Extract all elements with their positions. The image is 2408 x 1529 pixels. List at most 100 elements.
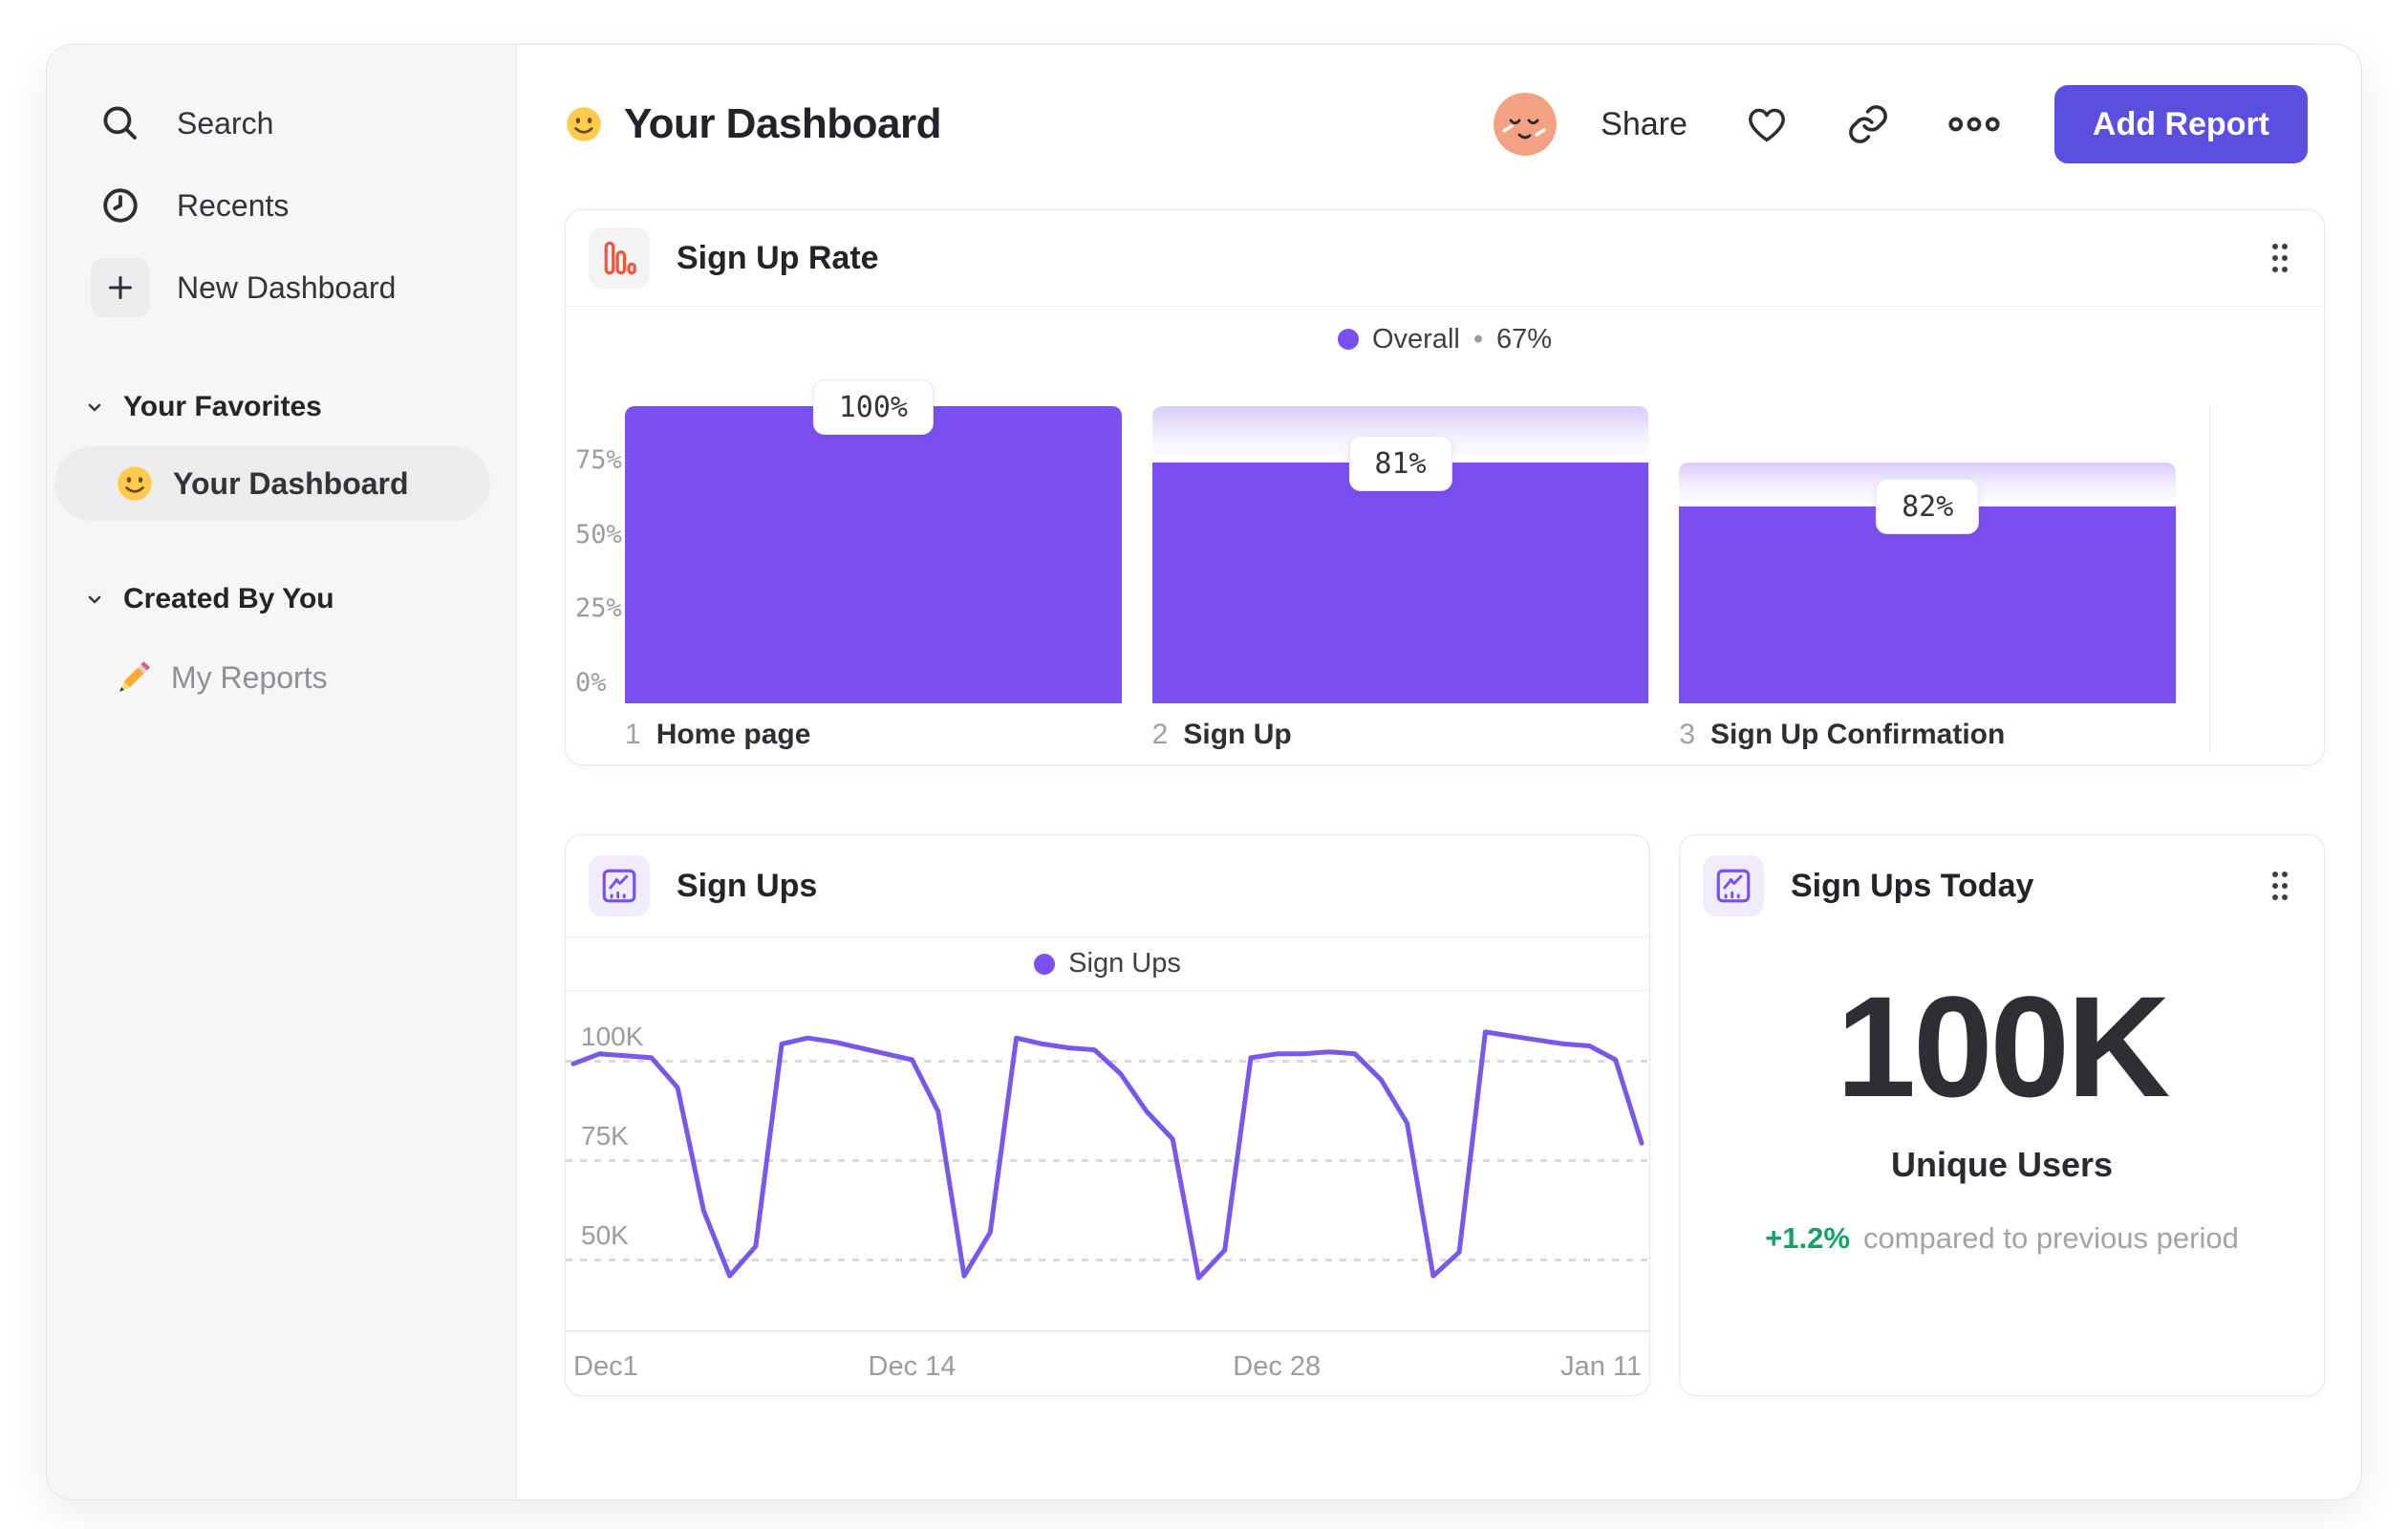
funnel-bar-area: 81%: [1151, 406, 1649, 703]
card-header: Sign Ups Today: [1680, 835, 2324, 937]
funnel-y-tick-label: 0%: [575, 668, 607, 698]
sidebar: Search Recents New Dashboard Your Favorite…: [47, 45, 517, 1499]
step-number: 1: [625, 719, 641, 750]
funnel-y-tick-label: 75%: [575, 444, 622, 475]
plus-icon: [91, 258, 150, 317]
sign-ups-card: Sign Ups Sign Ups 100K 75K 50K Dec1 Dec 14 D…: [565, 834, 1650, 1396]
funnel-step: 82% 3 Sign Up Confirmation: [1679, 406, 2177, 751]
share-button[interactable]: Share: [1601, 106, 1688, 143]
card-title: Sign Up Rate: [677, 239, 879, 276]
ellipsis-icon: [1948, 117, 2000, 132]
card-header: Sign Up Rate: [566, 210, 2324, 307]
sidebar-item-label: Your Dashboard: [173, 465, 409, 501]
header-actions: Share Add Report: [1494, 85, 2308, 163]
avatar-face-illustration: [1494, 93, 1558, 156]
sidebar-section-label: Your Favorites: [123, 391, 322, 422]
more-options-button[interactable]: [1947, 113, 2001, 136]
line-chart-icon: [589, 855, 650, 916]
sign-up-rate-card: Sign Up Rate Overall • 67% 75% 50% 25% 0% 1…: [565, 209, 2325, 765]
search-icon: [91, 94, 150, 153]
funnel-bar[interactable]: [1151, 463, 1649, 703]
add-report-button[interactable]: Add Report: [2053, 85, 2308, 163]
sidebar-section-label: Created By You: [123, 583, 334, 614]
funnel-step: 81% 2 Sign Up: [1151, 406, 1649, 751]
funnel-legend[interactable]: Overall • 67%: [566, 307, 2324, 372]
funnel-value-chip: 82%: [1876, 479, 1980, 535]
funnel-bar[interactable]: [1679, 506, 2177, 703]
clock-icon: [91, 176, 150, 235]
sidebar-item-new-dashboard[interactable]: New Dashboard: [47, 247, 516, 329]
card-header: Sign Ups: [566, 835, 1649, 937]
dashboard-emoji-icon: [565, 105, 603, 143]
funnel-step: 100% 1 Home page: [625, 379, 1122, 751]
x-axis-tick-label: Dec 14: [868, 1351, 957, 1382]
drag-handle-icon[interactable]: [2268, 241, 2291, 275]
sidebar-nav: Search Recents New Dashboard: [47, 82, 516, 329]
step-name: Sign Up: [1183, 719, 1292, 750]
page-title: Your Dashboard: [624, 100, 942, 147]
smiley-emoji: [116, 464, 154, 503]
funnel-bar-area: 82%: [1679, 406, 2177, 703]
x-axis-tick-label: Dec1: [573, 1351, 638, 1382]
chevron-down-icon: [83, 396, 106, 419]
title-wrap: Your Dashboard: [565, 100, 942, 148]
line-chart-icon: [1703, 855, 1764, 916]
funnel-plot-right-divider: [2209, 406, 2210, 752]
sidebar-section-header-created-by-you[interactable]: Created By You: [83, 578, 516, 620]
funnel-steps: 100% 1 Home page 81% 2 Sign Up 82% 3 Sign Up Con…: [625, 379, 2177, 751]
card-title: Sign Ups: [677, 867, 818, 904]
big-number-value: 100K: [1836, 966, 2171, 1127]
legend-value: 67%: [1495, 323, 1553, 355]
dashboard-header: Your Dashboard Share Add Report: [565, 85, 2308, 163]
funnel-value-chip: 100%: [812, 379, 934, 435]
sign-ups-today-card: Sign Ups Today 100K Unique Users +1.2% c…: [1679, 834, 2325, 1396]
legend-dot: [1034, 953, 1056, 975]
big-number-label: Unique Users: [1890, 1145, 2114, 1184]
favorite-button[interactable]: [1745, 102, 1789, 146]
sidebar-section-header-your-favorites[interactable]: Your Favorites: [83, 386, 516, 428]
step-name: Home page: [656, 719, 811, 750]
step-number: 2: [1151, 719, 1169, 750]
card-title: Sign Ups Today: [1791, 867, 2034, 904]
delta-note: compared to previous period: [1862, 1221, 2239, 1255]
x-axis-tick-label: Dec 28: [1233, 1351, 1322, 1382]
sidebar-item-label: Search: [177, 105, 274, 140]
sidebar-item-recents[interactable]: Recents: [47, 164, 516, 247]
funnel-bar-area: 100%: [625, 379, 1122, 703]
heart-icon: [1749, 108, 1785, 142]
sidebar-item-label: New Dashboard: [177, 269, 397, 305]
delta-positive-badge: +1.2%: [1765, 1221, 1850, 1255]
legend-separator: •: [1473, 323, 1483, 355]
line-plot: 100K 75K 50K: [566, 991, 1649, 1330]
sidebar-item-your-dashboard[interactable]: Your Dashboard: [54, 446, 490, 521]
legend-label: Overall: [1371, 323, 1460, 355]
avatar[interactable]: [1494, 93, 1558, 156]
copy-link-button[interactable]: [1846, 102, 1890, 146]
funnel-value-chip: 81%: [1348, 436, 1452, 492]
chevron-down-icon: [83, 588, 106, 611]
funnel-step-label: 2 Sign Up: [1152, 719, 1649, 751]
funnel-y-tick-label: 50%: [575, 519, 622, 549]
main-content: Your Dashboard Share Add Report Sign Up …: [517, 45, 2361, 1499]
link-icon: [1848, 105, 1887, 143]
sidebar-sections: Your Favorites Your Dashboard Created By Y…: [47, 386, 516, 708]
line-x-axis: Dec1 Dec 14 Dec 28 Jan 11: [566, 1330, 1649, 1399]
funnel-step-label: 1 Home page: [625, 719, 1122, 751]
pencil-emoji: [116, 659, 152, 696]
legend-label: Sign Ups: [1068, 948, 1181, 979]
sidebar-item-my-reports[interactable]: My Reports: [54, 647, 490, 708]
sidebar-item-label: Recents: [177, 187, 290, 223]
signups-line: [570, 1029, 1645, 1281]
signups-line-svg: [570, 1029, 1645, 1281]
funnel-plot: 75% 50% 25% 0% 100% 1 Home page 81% 2 Sign Up 82%…: [566, 379, 2324, 769]
step-name: Sign Up Confirmation: [1710, 719, 2006, 750]
funnel-bar[interactable]: [625, 406, 1122, 703]
legend-dot: [1337, 329, 1359, 350]
sidebar-item-search[interactable]: Search: [47, 82, 516, 164]
step-number: 3: [1679, 719, 1696, 750]
x-axis-tick-label: Jan 11: [1560, 1351, 1642, 1382]
line-legend[interactable]: Sign Ups: [566, 937, 1649, 991]
drag-handle-icon[interactable]: [2268, 869, 2291, 903]
funnel-y-tick-label: 25%: [575, 593, 622, 624]
funnel-step-label: 3 Sign Up Confirmation: [1679, 719, 2176, 751]
